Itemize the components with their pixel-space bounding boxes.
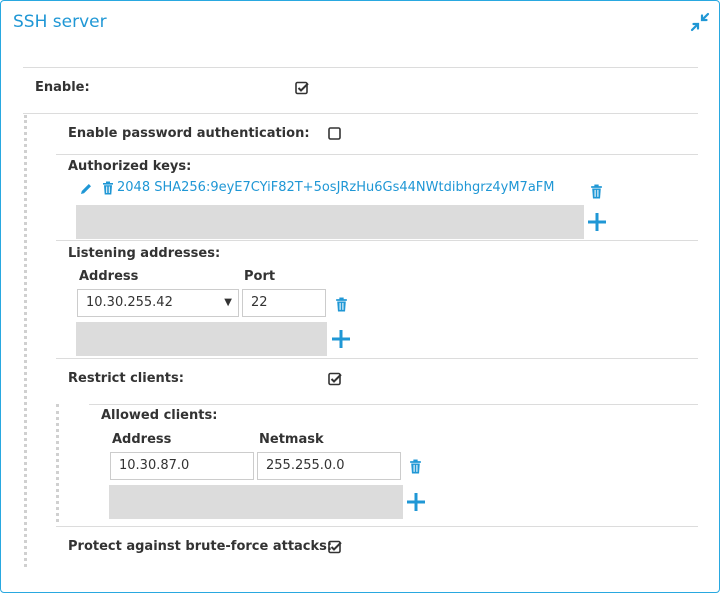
restrict-clients-label: Restrict clients: <box>68 371 184 386</box>
allowed-clients-label: Allowed clients: <box>101 408 218 423</box>
bruteforce-label: Protect against brute-force attacks: <box>68 539 333 554</box>
section-indent-line <box>24 115 27 567</box>
divider <box>56 154 698 155</box>
divider <box>56 240 698 241</box>
password-auth-checkbox[interactable] <box>328 127 342 141</box>
bruteforce-checkbox[interactable] <box>328 540 342 554</box>
trash-icon[interactable] <box>590 184 603 199</box>
authorized-key-link[interactable]: 2048 SHA256:9eyE7CYiF82T+5osJRzHu6Gs44NW… <box>117 180 555 195</box>
divider <box>23 67 698 68</box>
enable-label: Enable: <box>35 80 90 95</box>
add-allowed-client-bar <box>109 485 403 519</box>
divider <box>56 358 698 359</box>
allowed-netmask-input[interactable]: 255.255.0.0 <box>257 452 401 480</box>
listening-address-select[interactable]: 10.30.255.42 (default) ▼ <box>77 289 239 336</box>
ssh-server-panel: SSH server Enable: Enable password authe… <box>0 0 720 593</box>
authorized-keys-label: Authorized keys: <box>68 159 192 174</box>
plus-icon[interactable] <box>406 492 426 512</box>
panel-title: SSH server <box>13 12 107 32</box>
allowed-address-input[interactable]: 10.30.87.0 <box>110 452 254 480</box>
chevron-down-icon: ▼ <box>224 297 232 308</box>
add-key-bar <box>76 205 584 239</box>
enable-checkbox[interactable] <box>295 81 309 95</box>
listening-addresses-label: Listening addresses: <box>68 246 221 261</box>
allowed-netmask-header: Netmask <box>259 432 324 447</box>
pencil-icon[interactable] <box>79 182 93 196</box>
divider <box>89 404 698 405</box>
allowed-indent-line <box>56 404 59 522</box>
trash-icon[interactable] <box>335 297 348 312</box>
listening-port-header: Port <box>244 269 276 284</box>
password-auth-label: Enable password authentication: <box>68 126 310 141</box>
trash-icon[interactable] <box>409 459 422 474</box>
restrict-clients-checkbox[interactable] <box>328 372 342 386</box>
divider <box>56 526 698 527</box>
divider <box>23 113 698 114</box>
listening-port-input[interactable]: 22 <box>242 289 326 317</box>
allowed-address-header: Address <box>112 432 172 447</box>
trash-icon[interactable] <box>102 181 114 195</box>
plus-icon[interactable] <box>587 212 607 232</box>
plus-icon[interactable] <box>331 329 351 349</box>
collapse-icon[interactable] <box>690 12 710 32</box>
listening-address-header: Address <box>79 269 139 284</box>
add-listening-address-bar <box>76 322 327 356</box>
